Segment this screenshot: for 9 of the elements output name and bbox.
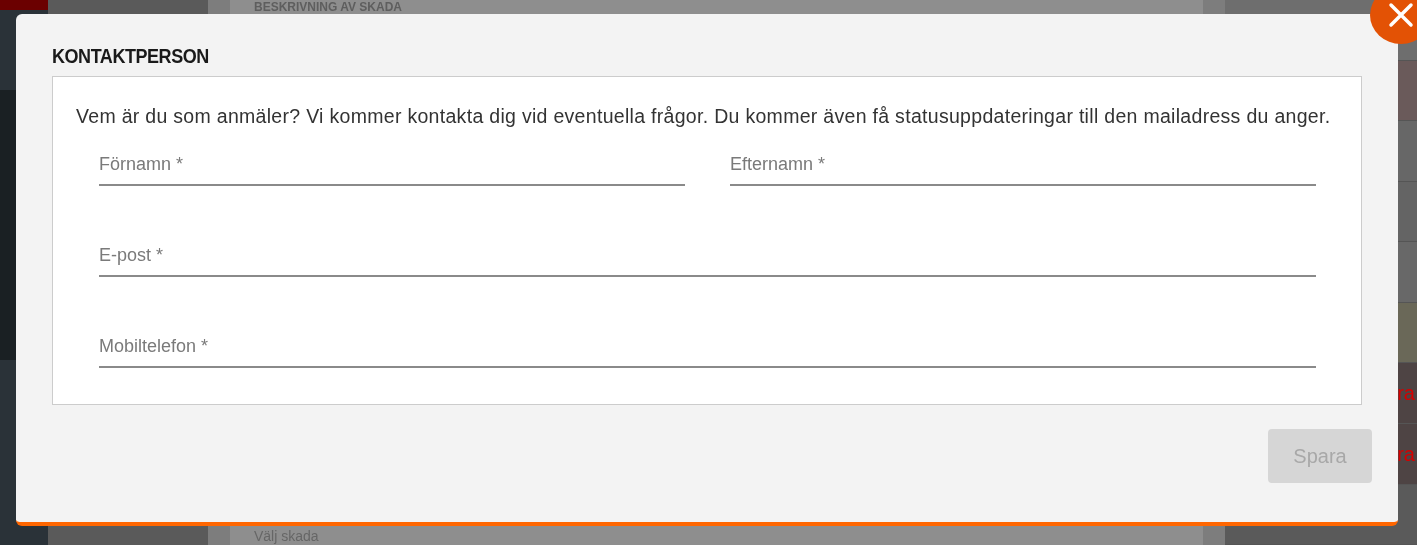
row-label: ra [1397,441,1416,467]
input-field[interactable]: E-post * [99,236,1316,277]
input-field[interactable]: Efternamn * [730,145,1316,186]
close-icon [1388,2,1414,28]
dialog-title: KONTAKTPERSON [52,44,210,68]
intro-text: Vem är du som anmäler? Vi kommer kontakta dig vid eventuella frågor. Du kommer även få statusuppdateringar till den mailadress du anger. [76,104,1332,129]
input-field[interactable]: Förnamn * [99,145,685,186]
input-field[interactable]: Mobiltelefon * [99,327,1316,368]
row-label: ra [1397,381,1416,407]
